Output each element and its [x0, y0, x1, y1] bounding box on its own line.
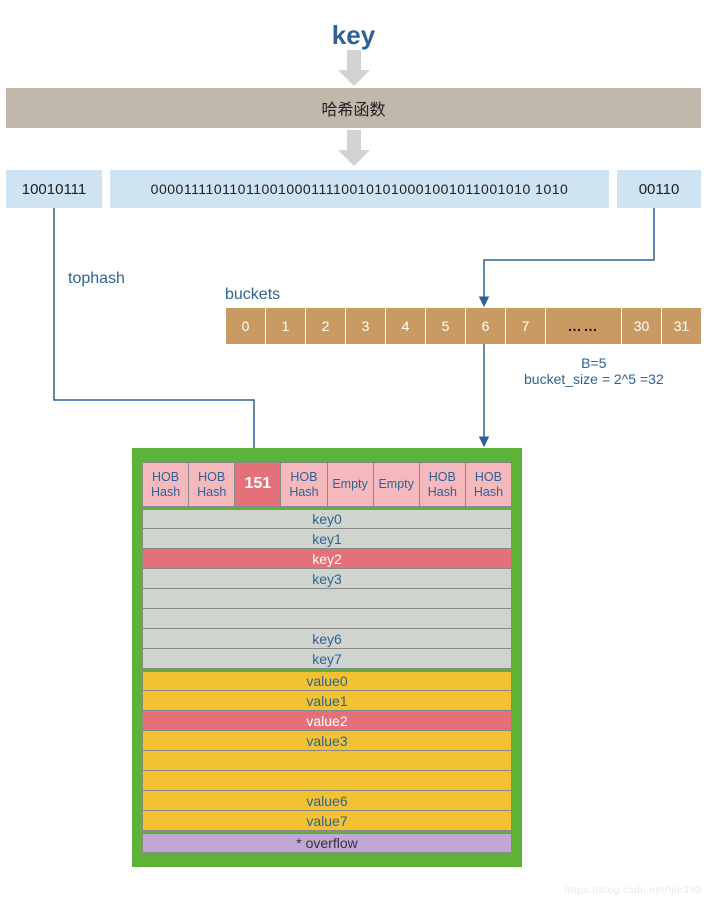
key-slot-2: key2 [142, 549, 512, 569]
tophash-cell-5: Empty [374, 463, 420, 507]
key-slot-3: key3 [142, 569, 512, 589]
bucket-cell-5: 5 [426, 308, 466, 344]
bucket-cell-2: 2 [306, 308, 346, 344]
key-slot-0: key0 [142, 509, 512, 529]
bucket-cell-4: 4 [386, 308, 426, 344]
arrow-hashfn-to-bits [338, 130, 370, 166]
value-slot-5 [142, 771, 512, 791]
bits-mid: 0000111101101100100011110010101000100101… [110, 170, 609, 208]
hash-bits-row: 10010111 0000111101101100100011110010101… [6, 170, 701, 208]
value-slot-6: value6 [142, 791, 512, 811]
bucket-cell-6: 6 [466, 308, 506, 344]
bits-low: 00110 [617, 170, 701, 208]
bucket-ellipsis: …… [546, 308, 622, 344]
b-line2: bucket_size = 2^5 =32 [524, 371, 664, 387]
key-slot-4 [142, 589, 512, 609]
bucket-cell-7: 7 [506, 308, 546, 344]
bucket-cell-1: 1 [266, 308, 306, 344]
tophash-cell-0: HOBHash [143, 463, 189, 507]
bucket-detail: HOBHashHOBHash151HOBHashEmptyEmptyHOBHas… [132, 448, 522, 867]
tophash-cell-7: HOBHash [466, 463, 512, 507]
tophash-cell-4: Empty [328, 463, 374, 507]
label-buckets: buckets [225, 286, 280, 304]
value-slot-0: value0 [142, 671, 512, 691]
b-line1: B=5 [524, 355, 664, 371]
key-slot-1: key1 [142, 529, 512, 549]
bucket-cell-3: 3 [346, 308, 386, 344]
tophash-cell-3: HOBHash [281, 463, 327, 507]
value-slot-1: value1 [142, 691, 512, 711]
value-slot-7: value7 [142, 811, 512, 831]
bits-high: 10010111 [6, 170, 102, 208]
bucket-cell-31: 31 [662, 308, 702, 344]
key-slot-5 [142, 609, 512, 629]
bucket-cell-30: 30 [622, 308, 662, 344]
key-title: key [0, 20, 707, 51]
tophash-cell-6: HOBHash [420, 463, 466, 507]
hash-function-box: 哈希函数 [6, 88, 701, 128]
value-slot-2: value2 [142, 711, 512, 731]
buckets-strip: 01234567……3031 [225, 308, 702, 344]
label-tophash: tophash [68, 270, 125, 288]
value-slot-3: value3 [142, 731, 512, 751]
arrow-key-to-hashfn [338, 50, 370, 86]
bucket-size-note: B=5 bucket_size = 2^5 =32 [524, 355, 664, 387]
tophash-cell-1: HOBHash [189, 463, 235, 507]
key-slot-7: key7 [142, 649, 512, 669]
tophash-cell-hot: 151 [235, 463, 281, 507]
overflow-slot: * overflow [142, 833, 512, 853]
bucket-cell-0: 0 [226, 308, 266, 344]
watermark: https://blog.csdn.net/fjie350 [565, 885, 701, 896]
value-slot-4 [142, 751, 512, 771]
tophash-row: HOBHashHOBHash151HOBHashEmptyEmptyHOBHas… [142, 462, 512, 507]
key-slot-6: key6 [142, 629, 512, 649]
